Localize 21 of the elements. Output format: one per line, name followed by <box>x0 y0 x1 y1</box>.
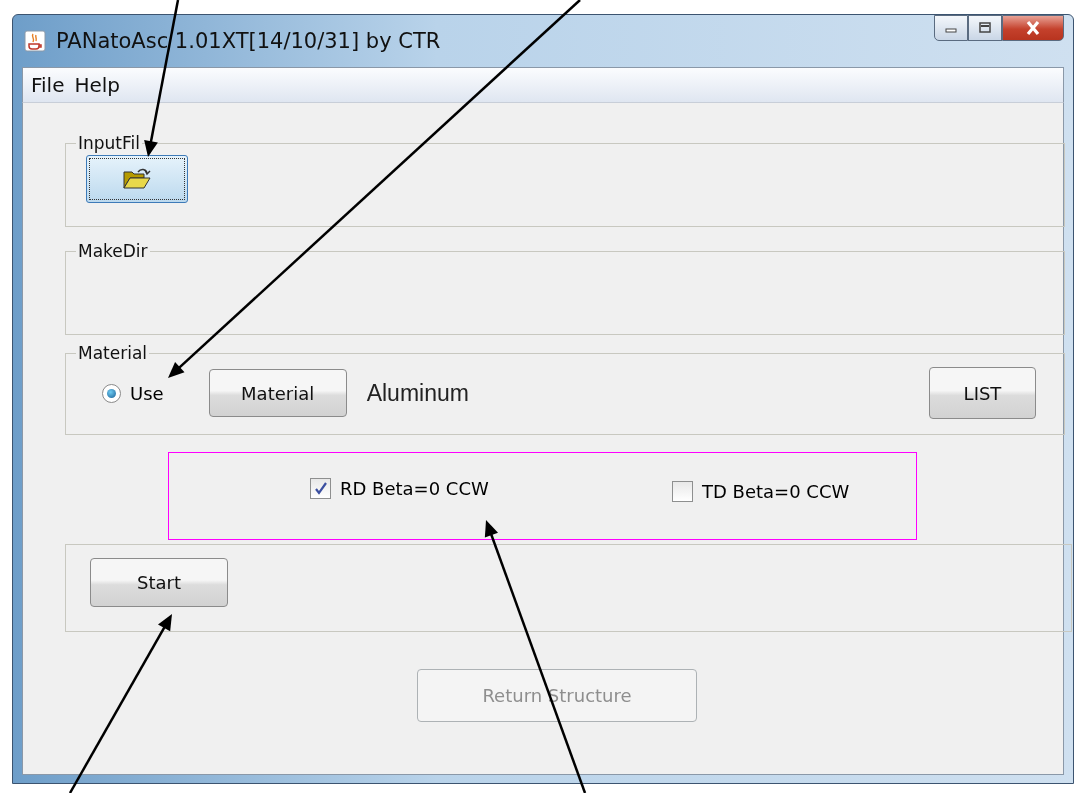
use-radio[interactable]: Use <box>102 382 164 404</box>
panel-label: InputFil <box>77 133 141 153</box>
open-file-button[interactable] <box>86 155 188 203</box>
material-button[interactable]: Material <box>208 369 347 417</box>
checkmark-icon <box>312 480 329 497</box>
panel-label: MakeDir <box>77 241 149 261</box>
option-checkbox[interactable]: RD Beta=0 CCW <box>310 478 489 499</box>
menu-item[interactable]: Help <box>74 73 121 97</box>
menu-item[interactable]: File <box>31 73 65 97</box>
panel-label: Material <box>77 343 149 363</box>
window-title: PANatoAsc 1.01XT[14/10/31] by CTR <box>56 29 441 53</box>
maximize-button[interactable] <box>968 15 1002 41</box>
close-button[interactable] <box>1002 15 1064 41</box>
material-value: Aluminum <box>366 379 469 407</box>
maximize-icon <box>977 22 993 34</box>
list-button[interactable]: LIST <box>929 367 1036 419</box>
minimize-button[interactable] <box>934 15 968 41</box>
option-checkbox[interactable]: TD Beta=0 CCW <box>672 481 850 502</box>
cup-icon <box>24 30 46 52</box>
folder-icon <box>122 167 152 191</box>
start-button[interactable]: Start <box>90 558 228 607</box>
